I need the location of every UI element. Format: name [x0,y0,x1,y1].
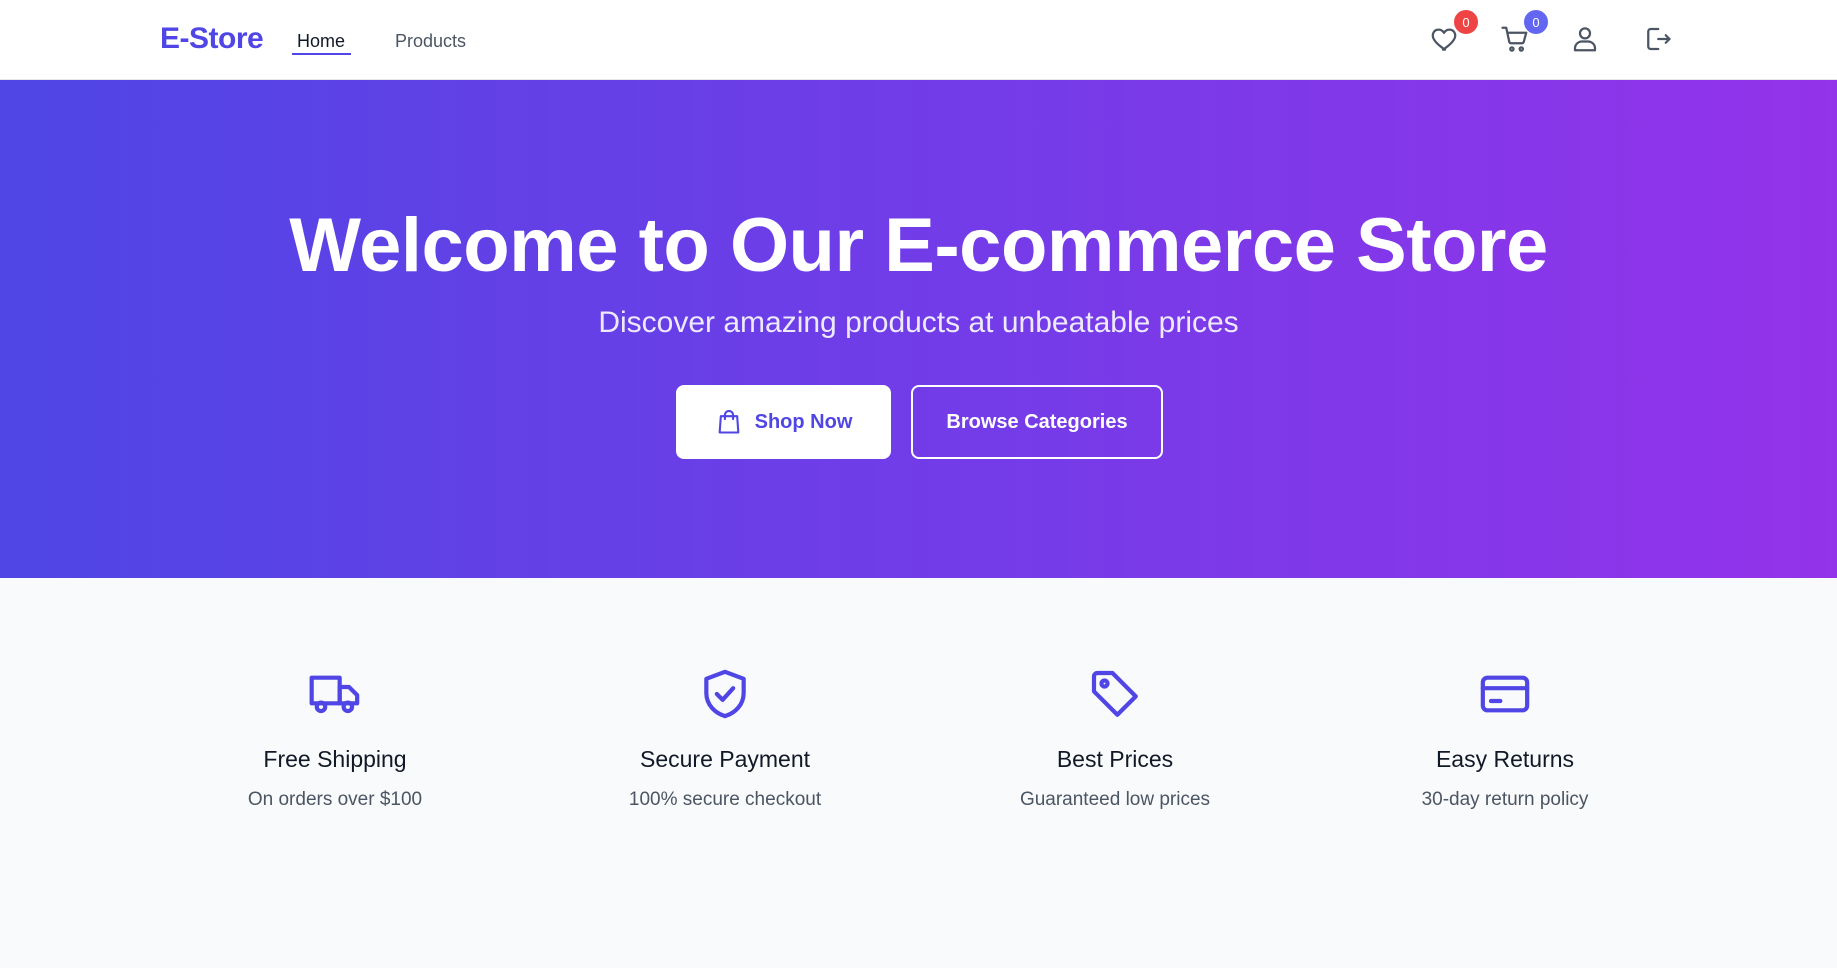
credit-card-icon [1477,666,1533,722]
logout-button[interactable] [1642,24,1674,56]
feature-title: Easy Returns [1435,746,1575,772]
feature-description: On orders over $100 [247,789,423,810]
shopping-bag-icon [718,409,739,434]
feature-best-prices: Best Prices Guaranteed low prices [965,666,1265,811]
hero-banner: Welcome to Our E-commerce Store Discover… [0,80,1837,578]
nav-home-link[interactable]: Home [297,31,345,52]
store-logo[interactable]: E-Store [160,22,264,56]
feature-description: 30-day return policy [1421,789,1589,810]
shield-check-icon [697,666,753,722]
navbar: E-Store Home Products 0 0 [0,0,1837,80]
truck-icon [307,666,363,722]
feature-title: Secure Payment [639,746,811,772]
user-icon [1573,27,1597,52]
tag-icon [1087,666,1143,722]
feature-title: Best Prices [1056,746,1174,772]
features-section: Free Shipping On orders over $100 Secure… [0,578,1837,968]
nav-products-link[interactable]: Products [395,31,466,52]
feature-secure-payment: Secure Payment 100% secure checkout [575,666,875,811]
feature-title: Free Shipping [263,746,407,772]
account-button[interactable] [1570,24,1602,56]
feature-description: Guaranteed low prices [1019,789,1211,810]
browse-categories-label: Browse Categories [946,410,1128,433]
feature-free-shipping: Free Shipping On orders over $100 [185,666,485,811]
cart-button[interactable]: 0 [1500,10,1548,56]
hero-title: Welcome to Our E-commerce Store [289,203,1548,288]
hero-subtitle: Discover amazing products at unbeatable … [598,306,1239,339]
feature-easy-returns: Easy Returns 30-day return policy [1355,666,1655,811]
shop-now-label: Shop Now [754,410,853,433]
browse-categories-button[interactable]: Browse Categories [911,385,1163,459]
wishlist-button[interactable]: 0 [1430,10,1478,56]
cart-count-badge: 0 [1524,10,1548,34]
feature-description: 100% secure checkout [628,789,822,810]
shop-now-button[interactable]: Shop Now [676,385,891,459]
wishlist-count-badge: 0 [1454,10,1478,34]
active-nav-underline [292,53,351,55]
logout-icon [1647,27,1671,51]
